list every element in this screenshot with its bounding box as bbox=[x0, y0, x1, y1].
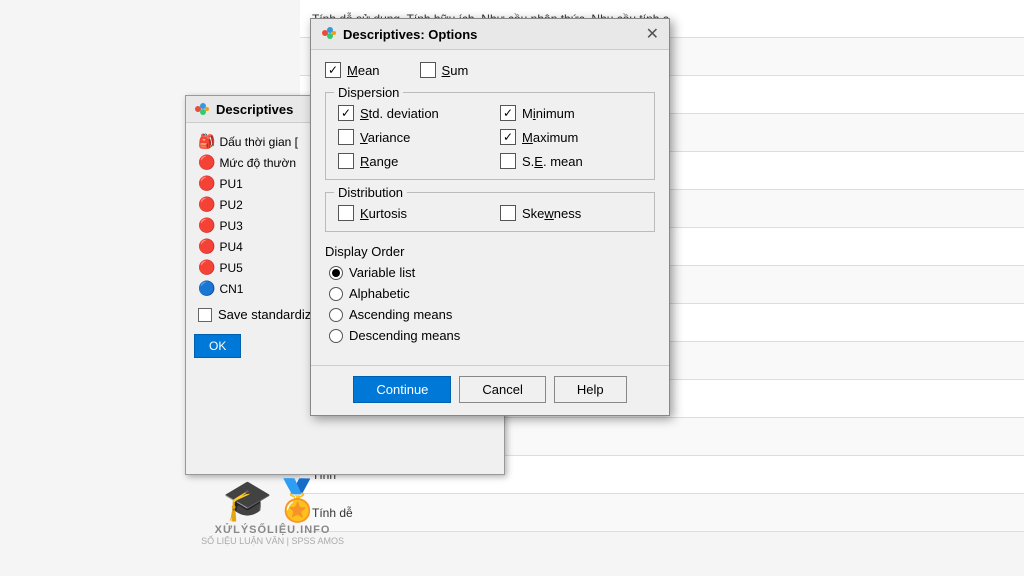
range-checkbox-item[interactable]: Range bbox=[338, 153, 480, 169]
item-label: PU3 bbox=[219, 219, 242, 233]
se-mean-checkbox-item[interactable]: S.E. mean bbox=[500, 153, 642, 169]
save-standardized-checkbox[interactable] bbox=[198, 308, 212, 322]
item-icon: 🔵 bbox=[198, 280, 215, 297]
skewness-checkbox[interactable] bbox=[500, 205, 516, 221]
variable-list-radio[interactable] bbox=[329, 266, 343, 280]
item-icon: 🔴 bbox=[198, 259, 215, 276]
help-label: Help bbox=[577, 382, 604, 397]
watermark-subtext: SỐ LIỆU LUẬN VĂN | SPSS AMOS bbox=[201, 536, 344, 546]
descending-means-radio[interactable] bbox=[329, 329, 343, 343]
item-icon: 🔴 bbox=[198, 154, 215, 171]
save-standardized-label: Save standardiz bbox=[218, 307, 311, 322]
maximum-label: Maximum bbox=[522, 130, 578, 145]
item-icon: 🔴 bbox=[198, 217, 215, 234]
central-tendency-row: Mean Sum bbox=[325, 62, 655, 78]
item-label: Dấu thời gian [ bbox=[219, 135, 298, 149]
descriptives-ok-button[interactable]: OK bbox=[194, 334, 241, 358]
sum-checkbox[interactable] bbox=[420, 62, 436, 78]
skewness-checkbox-item[interactable]: Skewness bbox=[500, 205, 642, 221]
options-close-button[interactable]: ✕ bbox=[646, 24, 659, 44]
cancel-button[interactable]: Cancel bbox=[459, 376, 545, 403]
variable-list-radio-item[interactable]: Variable list bbox=[329, 265, 655, 280]
watermark: 🎓🏅 XỬLÝSỐLIỆU.INFO SỐ LIỆU LUẬN VĂN | SP… bbox=[201, 477, 344, 546]
se-mean-label: S.E. mean bbox=[522, 154, 583, 169]
minimum-label: Minimum bbox=[522, 106, 575, 121]
range-checkbox[interactable] bbox=[338, 153, 354, 169]
alphabetic-radio-item[interactable]: Alphabetic bbox=[329, 286, 655, 301]
sum-checkbox-item[interactable]: Sum bbox=[420, 62, 469, 78]
options-dialog-icon bbox=[321, 25, 337, 44]
display-order-items: Variable list Alphabetic Ascending means… bbox=[325, 265, 655, 343]
options-dialog-title: Descriptives: Options bbox=[343, 27, 640, 42]
continue-label: Continue bbox=[376, 382, 428, 397]
maximum-checkbox[interactable] bbox=[500, 129, 516, 145]
dispersion-grid: Std. deviation Minimum Variance Maximum … bbox=[338, 105, 642, 169]
dispersion-section: Dispersion Std. deviation Minimum Varian… bbox=[325, 92, 655, 180]
item-icon: 🔴 bbox=[198, 175, 215, 192]
minimum-checkbox-item[interactable]: Minimum bbox=[500, 105, 642, 121]
distribution-section: Distribution Kurtosis Skewness bbox=[325, 192, 655, 232]
variance-checkbox[interactable] bbox=[338, 129, 354, 145]
ascending-means-radio[interactable] bbox=[329, 308, 343, 322]
descending-means-radio-item[interactable]: Descending means bbox=[329, 328, 655, 343]
item-label: CN1 bbox=[219, 282, 243, 296]
continue-button[interactable]: Continue bbox=[353, 376, 451, 403]
variance-label: Variance bbox=[360, 130, 410, 145]
std-deviation-checkbox[interactable] bbox=[338, 105, 354, 121]
cancel-label: Cancel bbox=[482, 382, 522, 397]
ascending-means-radio-item[interactable]: Ascending means bbox=[329, 307, 655, 322]
std-deviation-checkbox-item[interactable]: Std. deviation bbox=[338, 105, 480, 121]
item-icon: 🔴 bbox=[198, 238, 215, 255]
se-mean-checkbox[interactable] bbox=[500, 153, 516, 169]
alphabetic-label: Alphabetic bbox=[349, 286, 410, 301]
minimum-checkbox[interactable] bbox=[500, 105, 516, 121]
item-label: PU2 bbox=[219, 198, 242, 212]
skewness-label: Skewness bbox=[522, 206, 581, 221]
options-footer: Continue Cancel Help bbox=[311, 365, 669, 415]
display-order-section: Display Order Variable list Alphabetic A… bbox=[325, 244, 655, 343]
maximum-checkbox-item[interactable]: Maximum bbox=[500, 129, 642, 145]
alphabetic-radio[interactable] bbox=[329, 287, 343, 301]
mean-label: Mean bbox=[347, 63, 380, 78]
kurtosis-checkbox[interactable] bbox=[338, 205, 354, 221]
descriptives-window-title: Descriptives bbox=[216, 102, 293, 117]
item-label: PU1 bbox=[219, 177, 242, 191]
distribution-grid: Kurtosis Skewness bbox=[338, 205, 642, 221]
display-order-title: Display Order bbox=[325, 244, 655, 259]
sum-label: Sum bbox=[442, 63, 469, 78]
mean-checkbox-item[interactable]: Mean bbox=[325, 62, 380, 78]
mean-checkbox[interactable] bbox=[325, 62, 341, 78]
help-button[interactable]: Help bbox=[554, 376, 627, 403]
options-body: Mean Sum Dispersion Std. deviation Minim… bbox=[311, 50, 669, 365]
bg-row: Tính dễ bbox=[300, 494, 1024, 532]
dispersion-title: Dispersion bbox=[334, 85, 403, 100]
descriptives-window-icon bbox=[194, 101, 210, 117]
item-icon: 🔴 bbox=[198, 196, 215, 213]
options-titlebar: Descriptives: Options ✕ bbox=[311, 19, 669, 50]
ascending-means-label: Ascending means bbox=[349, 307, 452, 322]
range-label: Range bbox=[360, 154, 398, 169]
options-dialog: Descriptives: Options ✕ Mean Sum Dispers… bbox=[310, 18, 670, 416]
item-label: Mức độ thườn bbox=[219, 156, 296, 170]
variance-checkbox-item[interactable]: Variance bbox=[338, 129, 480, 145]
variable-list-label: Variable list bbox=[349, 265, 415, 280]
watermark-text: XỬLÝSỐLIỆU.INFO bbox=[201, 524, 344, 536]
kurtosis-checkbox-item[interactable]: Kurtosis bbox=[338, 205, 480, 221]
watermark-icon: 🎓🏅 bbox=[201, 477, 344, 524]
item-label: PU5 bbox=[219, 261, 242, 275]
descending-means-label: Descending means bbox=[349, 328, 460, 343]
kurtosis-label: Kurtosis bbox=[360, 206, 407, 221]
std-deviation-label: Std. deviation bbox=[360, 106, 439, 121]
item-icon: 🎒 bbox=[198, 133, 215, 150]
item-label: PU4 bbox=[219, 240, 242, 254]
distribution-title: Distribution bbox=[334, 185, 407, 200]
